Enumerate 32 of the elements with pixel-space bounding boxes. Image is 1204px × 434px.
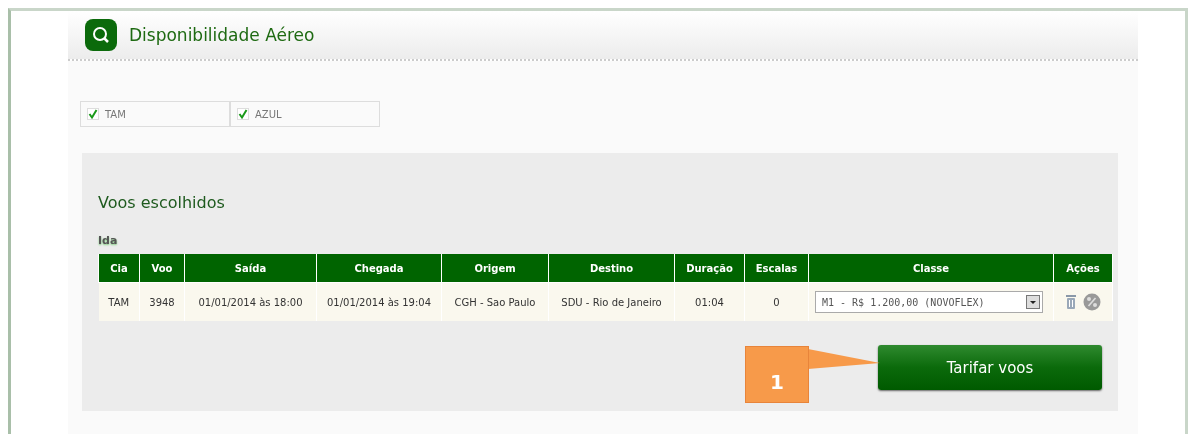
rate-flights-button[interactable]: Tarifar voos [878, 345, 1102, 390]
column-header: Cia [98, 254, 140, 283]
percent-icon[interactable] [1083, 293, 1101, 311]
trash-icon[interactable] [1065, 294, 1077, 310]
column-header: Escalas [744, 254, 809, 283]
column-header: Chegada [316, 254, 442, 283]
callout-pointer [808, 349, 880, 369]
table-cell: 3948 [139, 282, 185, 321]
leg-label: Ida [98, 234, 118, 247]
callout-badge: 1 [745, 346, 809, 403]
column-header: Saída [184, 254, 317, 283]
table-cell: SDU - Rio de Janeiro [548, 282, 675, 321]
checkbox-label: AZUL [255, 108, 282, 120]
table-cell: CGH - Sao Paulo [441, 282, 549, 321]
class-dropdown[interactable]: M1 - R$ 1.200,00 (NOVOFLEX) [815, 291, 1043, 313]
table-cell: 0 [744, 282, 809, 321]
search-icon [85, 19, 117, 51]
column-header: Ações [1053, 254, 1113, 283]
column-header: Destino [548, 254, 675, 283]
checkbox-label: TAM [105, 108, 126, 120]
table-cell: 01:04 [674, 282, 745, 321]
table-cell: 01/01/2014 às 19:04 [316, 282, 442, 321]
checkbox[interactable] [237, 108, 249, 120]
column-header: Classe [808, 254, 1054, 283]
table-cell: TAM [98, 282, 140, 321]
page-title: Disponibilidade Aéreo [129, 25, 315, 45]
checkbox[interactable] [87, 108, 99, 120]
column-header: Duração [674, 254, 745, 283]
section-title: Voos escolhidos [98, 193, 226, 212]
column-header: Origem [441, 254, 549, 283]
table-cell: 01/01/2014 às 18:00 [184, 282, 317, 321]
column-header: Voo [139, 254, 185, 283]
